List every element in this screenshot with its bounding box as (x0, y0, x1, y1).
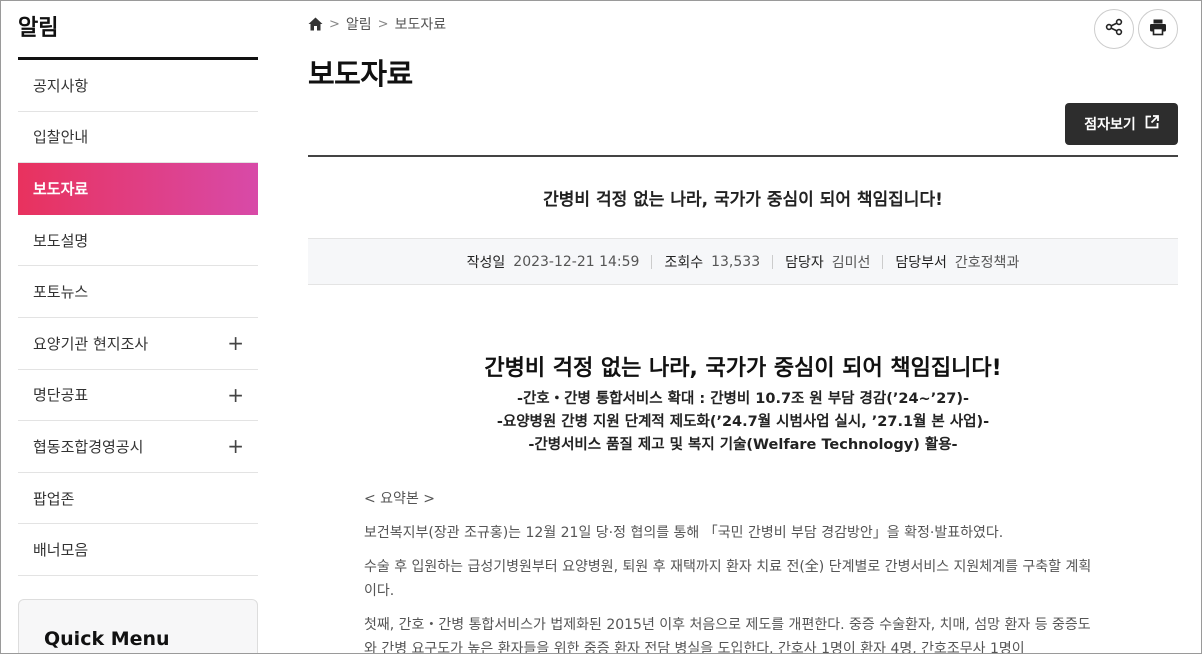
expand-plus-icon[interactable]: + (227, 436, 244, 456)
article-subhead: -간병서비스 품질 제고 및 복지 기술(Welfare Technology)… (528, 437, 958, 453)
sidebar-item-coop-disclosure[interactable]: 협동조합경영공시 + (18, 421, 258, 473)
share-icon (1105, 18, 1123, 40)
external-link-icon (1145, 115, 1159, 133)
expand-plus-icon[interactable]: + (227, 385, 244, 405)
page-frame: 알림 공지사항 입찰안내 보도자료 보도설명 포토뉴스 요양기관 현지조사 + 명… (0, 0, 1202, 654)
sidebar: 알림 공지사항 입찰안내 보도자료 보도설명 포토뉴스 요양기관 현지조사 + 명… (18, 1, 258, 576)
views-value: 13,533 (711, 253, 761, 270)
article-paragraph: 첫째, 간호・간병 통합서비스가 법제화된 2015년 이후 처음으로 제도를 … (364, 617, 1091, 654)
expand-plus-icon[interactable]: + (227, 333, 244, 353)
article-paragraph: 보건복지부(장관 조규홍)는 12월 21일 당·정 협의를 통해 「국민 간병… (364, 525, 1004, 541)
sidebar-item-label: 입찰안내 (33, 128, 89, 147)
breadcrumb: > 알림 > 보도자료 (308, 14, 446, 34)
article-body: < 요약본 > 보건복지부(장관 조규홍)는 12월 21일 당·정 협의를 통… (364, 487, 1094, 654)
quick-menu[interactable]: Quick Menu (18, 599, 258, 653)
sidebar-item-label: 보도자료 (33, 179, 89, 198)
sidebar-item-label: 협동조합경영공시 (33, 437, 144, 456)
print-button[interactable] (1138, 9, 1178, 49)
sidebar-item-press-release[interactable]: 보도자료 (18, 163, 258, 215)
sidebar-item-public-list[interactable]: 명단공표 + (18, 370, 258, 422)
article-paragraph: 수술 후 입원하는 급성기병원부터 요양병원, 퇴원 후 재택까지 환자 치료 … (364, 559, 1092, 599)
sidebar-item-popup-zone[interactable]: 팝업존 (18, 473, 258, 525)
sidebar-item-label: 포토뉴스 (33, 283, 89, 302)
meta-divider (882, 254, 884, 269)
article-headline: 간병비 걱정 없는 나라, 국가가 중심이 되어 책임집니다! (484, 356, 1002, 381)
sidebar-title: 알림 (18, 1, 258, 60)
sidebar-item-press-explanation[interactable]: 보도설명 (18, 215, 258, 267)
page-title: 보도자료 (308, 57, 413, 91)
meta-divider (772, 254, 774, 269)
braille-view-button[interactable]: 점자보기 (1065, 103, 1178, 145)
views-label: 조회수 (664, 254, 704, 271)
article-header: 간병비 걱정 없는 나라, 국가가 중심이 되어 책임집니다! -간호・간병 통… (308, 350, 1178, 457)
share-button[interactable] (1094, 9, 1134, 49)
sidebar-item-label: 배너모음 (33, 541, 89, 560)
breadcrumb-separator: > (329, 16, 340, 32)
sidebar-item-site-inspection[interactable]: 요양기관 현지조사 + (18, 318, 258, 370)
date-label: 작성일 (466, 254, 506, 271)
sidebar-item-label: 공지사항 (33, 76, 89, 95)
sidebar-item-notice[interactable]: 공지사항 (18, 60, 258, 112)
sidebar-item-label: 요양기관 현지조사 (33, 334, 149, 353)
article-paragraph: < 요약본 > (364, 491, 436, 507)
post-meta: 작성일 2023-12-21 14:59 조회수 13,533 담당자 김미선 … (308, 238, 1178, 285)
meta-divider (651, 254, 653, 269)
post-title: 간병비 걱정 없는 나라, 국가가 중심이 되어 책임집니다! (543, 190, 943, 210)
department-value: 간호정책과 (954, 254, 1020, 271)
print-icon (1149, 18, 1167, 40)
sidebar-item-photo-news[interactable]: 포토뉴스 (18, 266, 258, 318)
breadcrumb-item[interactable]: 알림 (346, 14, 372, 34)
article-subhead: -요양병원 간병 지원 단계적 제도화(’24.7월 시범사업 실시, ’27.… (496, 414, 990, 430)
breadcrumb-item[interactable]: 보도자료 (395, 14, 447, 34)
author-value: 김미선 (831, 254, 871, 271)
department-label: 담당부서 (895, 254, 947, 271)
breadcrumb-separator: > (377, 16, 389, 32)
quick-menu-title: Quick Menu (44, 628, 170, 650)
article-subhead: -간호・간병 통합서비스 확대 : 간병비 10.7조 원 부담 경감(’24~… (516, 391, 970, 407)
sidebar-item-label: 팝업존 (33, 489, 75, 508)
braille-view-label: 점자보기 (1084, 117, 1136, 133)
divider (308, 155, 1178, 157)
home-icon[interactable] (308, 17, 323, 31)
sidebar-item-bidding[interactable]: 입찰안내 (18, 112, 258, 164)
sidebar-item-banners[interactable]: 배너모음 (18, 524, 258, 576)
sidebar-item-label: 보도설명 (33, 231, 89, 250)
author-label: 담당자 (785, 254, 824, 271)
date-value: 2023-12-21 14:59 (513, 253, 640, 270)
sidebar-menu: 공지사항 입찰안내 보도자료 보도설명 포토뉴스 요양기관 현지조사 + 명단공표… (18, 60, 258, 576)
sidebar-item-label: 명단공표 (33, 386, 89, 405)
